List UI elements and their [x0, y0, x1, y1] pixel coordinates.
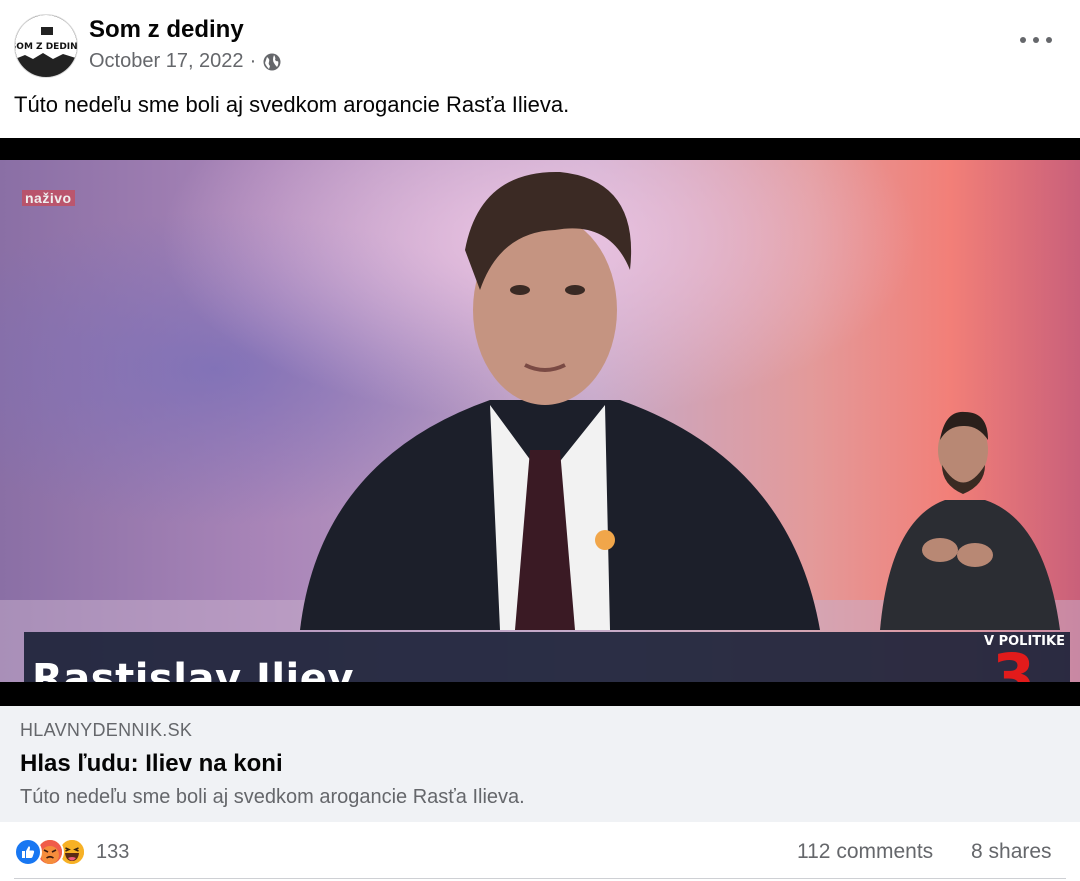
avatar-logo: SOM Z DEDINY [15, 15, 78, 77]
meta-separator: · [249, 50, 257, 72]
live-label: naživo [22, 190, 75, 206]
post-meta: October 17, 2022 · [89, 50, 282, 73]
link-preview[interactable]: HLAVNYDENNIK.SK Hlas ľudu: Iliev na koni… [0, 706, 1080, 822]
link-description: Túto nedeľu sme boli aj svedkom aroganci… [20, 786, 525, 808]
reaction-summary[interactable]: 133 [14, 838, 129, 866]
globe-icon [262, 52, 282, 72]
page-avatar[interactable]: SOM Z DEDINY [14, 14, 78, 78]
post-date[interactable]: October 17, 2022 [89, 50, 244, 73]
more-options-icon[interactable] [1020, 30, 1052, 50]
page-name[interactable]: Som z dediny [89, 16, 244, 44]
post-footer: 133 112 comments 8 shares [0, 822, 1080, 881]
post-header: SOM Z DEDINY Som z dediny October 17, 20… [0, 0, 1080, 90]
video-thumbnail [0, 160, 1080, 682]
post-text: Túto nedeľu sme boli aj svedkom aroganci… [14, 92, 570, 117]
avatar-text: SOM Z DEDINY [15, 42, 78, 52]
link-domain: HLAVNYDENNIK.SK [20, 720, 193, 740]
reaction-count[interactable]: 133 [96, 841, 129, 864]
shares-count[interactable]: 8 shares [971, 840, 1052, 864]
channel-logo: 3 [992, 640, 1036, 683]
link-title[interactable]: Hlas ľudu: Iliev na koni [20, 750, 283, 778]
video-frame: naživo Rastislav Iliev V POLITIKE 3 [0, 160, 1080, 682]
footer-divider [14, 878, 1066, 879]
lower-third-name: Rastislav Iliev [32, 656, 354, 682]
like-reaction-icon [14, 838, 42, 866]
comments-count[interactable]: 112 comments [797, 840, 933, 864]
post-video[interactable]: naživo Rastislav Iliev V POLITIKE 3 [0, 138, 1080, 706]
